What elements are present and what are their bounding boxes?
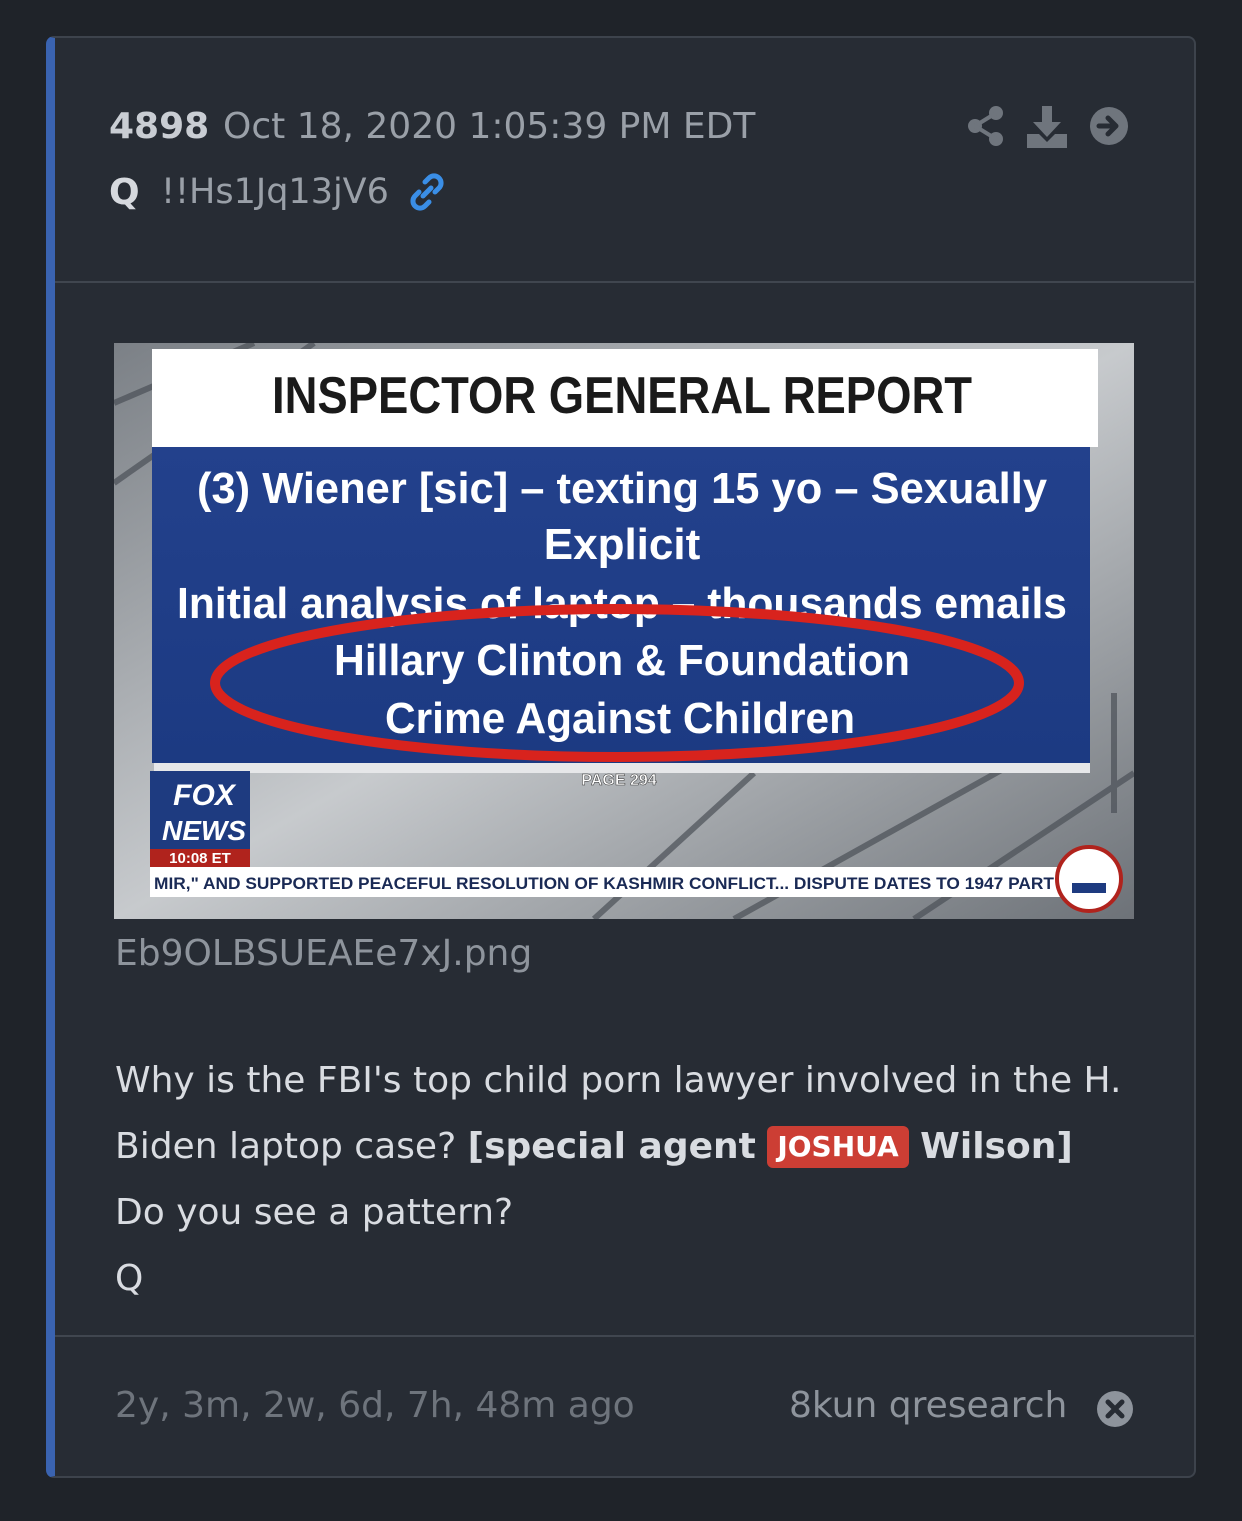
image-line-3: Initial analysis of laptop – thousands e…	[177, 579, 1067, 628]
post-header: 4898 Oct 18, 2020 1:05:39 PM EDT Q !!Hs1…	[55, 38, 1194, 283]
arrow-right-circle-icon[interactable]	[1087, 104, 1131, 148]
post-body: INSPECTOR GENERAL REPORT (3) Wiener [sic…	[55, 283, 1194, 1335]
post-message: Why is the FBI's top child porn lawyer i…	[115, 1048, 1154, 1312]
image-line-4: Hillary Clinton & Foundation	[334, 636, 910, 685]
link-icon[interactable]	[405, 170, 449, 214]
post-author: Q	[109, 172, 140, 213]
fox-news-logo: FOX NEWS 10:08 ET	[150, 771, 250, 867]
name-tag: JOSHUA	[767, 1126, 909, 1168]
share-icon[interactable]	[965, 104, 1007, 148]
post-date: Oct 18, 2020 1:05:39 PM EDT	[223, 106, 756, 147]
image-line-5: Crime Against Children	[385, 694, 855, 743]
post-footer: 2y, 3m, 2w, 6d, 7h, 48m ago 8kun qresear…	[55, 1335, 1194, 1476]
post-image[interactable]: INSPECTOR GENERAL REPORT (3) Wiener [sic…	[114, 343, 1134, 919]
message-line-2: Do you see a pattern?	[115, 1192, 514, 1233]
image-line-1: (3) Wiener [sic] – texting 15 yo – Sexua…	[197, 464, 1048, 513]
svg-text:10:08 ET: 10:08 ET	[169, 850, 231, 867]
official-seal-icon	[1055, 845, 1123, 913]
image-filename[interactable]: Eb9OLBSUEAEe7xJ.png	[115, 933, 532, 974]
image-line-2: Explicit	[544, 520, 701, 569]
post-source[interactable]: 8kun qresearch	[789, 1385, 1067, 1426]
image-headline: INSPECTOR GENERAL REPORT	[272, 367, 972, 425]
message-bold-end: Wilson]	[920, 1126, 1073, 1167]
svg-text:FOX: FOX	[173, 779, 237, 812]
message-bold-start: [special agent	[467, 1126, 756, 1167]
post-number[interactable]: 4898	[109, 106, 209, 147]
message-signature: Q	[115, 1258, 144, 1299]
news-screenshot: INSPECTOR GENERAL REPORT (3) Wiener [sic…	[114, 343, 1134, 919]
post-tripcode: !!Hs1Jq13jV6	[161, 172, 389, 212]
close-icon[interactable]	[1095, 1389, 1135, 1429]
image-page-label: PAGE 294	[581, 772, 656, 789]
image-ticker: MIR," AND SUPPORTED PEACEFUL RESOLUTION …	[154, 874, 1055, 893]
svg-text:NEWS: NEWS	[162, 815, 246, 846]
post-card: 4898 Oct 18, 2020 1:05:39 PM EDT Q !!Hs1…	[46, 36, 1196, 1478]
download-icon[interactable]	[1025, 104, 1069, 150]
post-age: 2y, 3m, 2w, 6d, 7h, 48m ago	[115, 1385, 635, 1426]
